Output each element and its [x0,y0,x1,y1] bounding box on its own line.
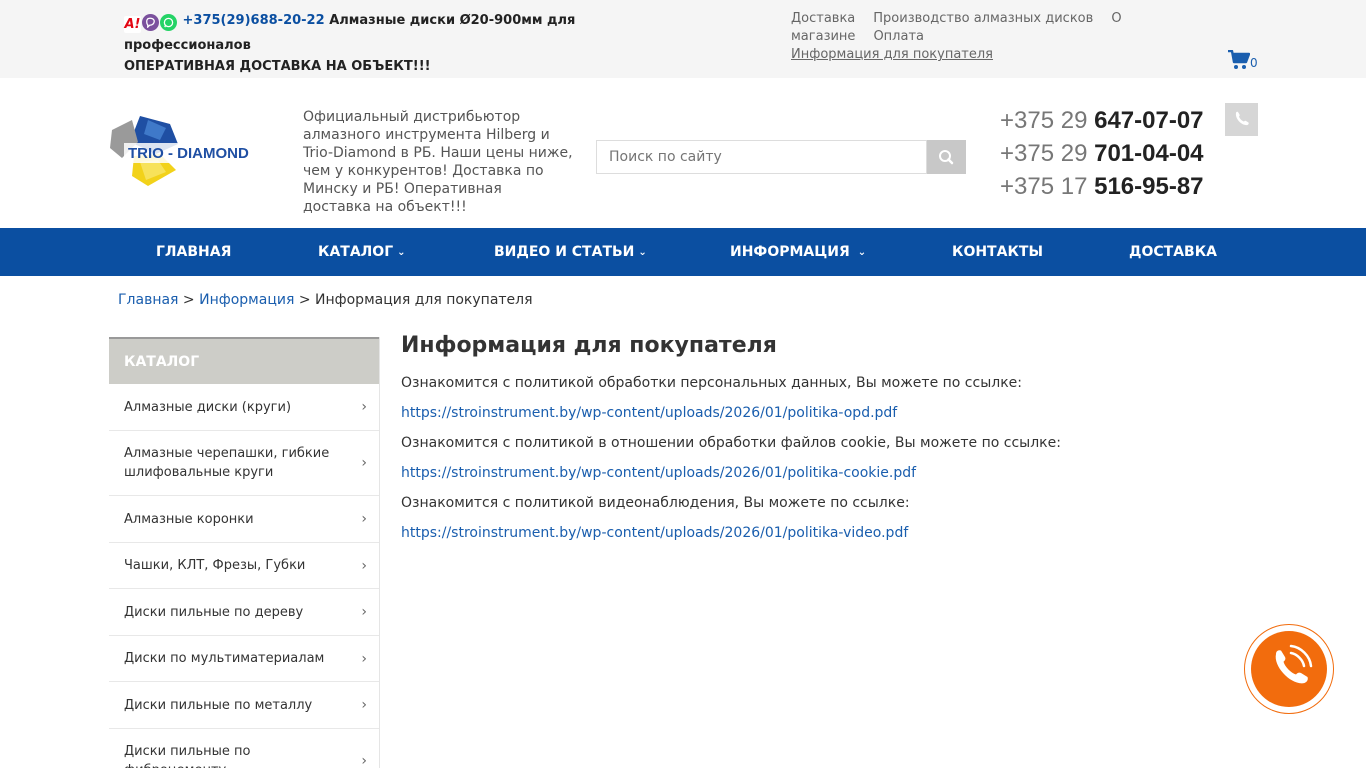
catalog-sidebar: КАТАЛОГ Алмазные диски (круги) › Алмазные… [109,337,380,768]
phone-dropdown-button[interactable] [1225,103,1258,136]
viber-icon[interactable] [142,14,159,31]
messenger-icons: A! [124,14,178,35]
page-title: Информация для покупателя [401,333,777,358]
breadcrumb-section[interactable]: Информация [199,292,294,308]
toplink-buyer-info[interactable]: Информация для покупателя [791,47,993,62]
sidebar-item[interactable]: Алмазные черепашки, гибкие шлифовальные … [109,431,379,496]
chevron-right-icon: › [361,753,367,768]
logo-text: TRIO - DIAMOND [128,145,249,162]
search-form [596,140,966,174]
whatsapp-icon[interactable] [160,14,177,31]
cart-icon [1228,49,1251,69]
a1-icon[interactable]: A! [124,16,141,33]
topbar-contact: A! +375(29)688-20-22 Алмазные диски Ø20-… [124,10,684,77]
search-icon [939,150,954,165]
search-input[interactable] [596,140,927,174]
breadcrumb-current: Информация для покупателя [315,292,533,308]
sidebar-item[interactable]: Диски по мультиматериалам › [109,636,379,682]
callback-button[interactable] [1251,631,1327,707]
policy-link[interactable]: https://stroinstrument.by/wp-content/upl… [401,398,1301,428]
main-nav: ГЛАВНАЯ КАТАЛОГ ⌄ ВИДЕО И СТАТЬИ ⌄ ИНФОРМА… [0,228,1366,276]
toplink-production[interactable]: Производство алмазных дисков [873,11,1093,26]
nav-videos-articles[interactable]: ВИДЕО И СТАТЬИ ⌄ [494,228,647,276]
header-phone[interactable]: +375 29 701-04-04 [1000,137,1220,170]
topbar-delivery-note: ОПЕРАТИВНАЯ ДОСТАВКА НА ОБЪЕКТ!!! [124,59,431,74]
header-phone[interactable]: +375 17 516-95-87 [1000,170,1220,203]
nav-information[interactable]: ИНФОРМАЦИЯ ⌄ [730,228,866,276]
policy-text: Ознакомится с политикой обработки персон… [401,375,1022,391]
chevron-right-icon: › [361,557,367,574]
sidebar-item[interactable]: Диски пильные по фиброцементу› [109,729,379,768]
cart-count: 0 [1250,56,1258,70]
nav-catalog[interactable]: КАТАЛОГ ⌄ [318,228,406,276]
chevron-down-icon: ⌄ [857,247,867,258]
top-links: Доставка Производство алмазных дисков О ма… [791,10,1241,64]
toplink-delivery[interactable]: Доставка [791,11,855,26]
chevron-down-icon: ⌄ [397,247,406,258]
phone-icon [1235,111,1249,126]
nav-home[interactable]: ГЛАВНАЯ [156,228,231,276]
sidebar-title: КАТАЛОГ [109,337,379,384]
policy-text: Ознакомится с политикой видеонаблюдения,… [401,495,910,511]
header-phone[interactable]: +375 29 647-07-07 [1000,104,1220,137]
search-button[interactable] [927,140,966,174]
header-phones: +375 29 647-07-07 +375 29 701-04-04 +375… [1000,104,1220,203]
nav-delivery[interactable]: ДОСТАВКА [1129,228,1217,276]
toplink-payment[interactable]: Оплата [873,29,924,44]
policy-link[interactable]: https://stroinstrument.by/wp-content/upl… [401,518,1301,548]
breadcrumb: Главная > Информация > Информация для по… [118,292,533,308]
chevron-right-icon: › [361,511,367,527]
sidebar-item[interactable]: Алмазные диски (круги) › [109,384,379,431]
chevron-down-icon: ⌄ [638,247,647,258]
sidebar-item[interactable]: Диски пильные по дереву › [109,589,379,636]
top-bar: A! +375(29)688-20-22 Алмазные диски Ø20-… [0,0,1366,78]
breadcrumb-home[interactable]: Главная [118,292,178,308]
main-content: Информация для покупателя Ознакомится с … [401,332,1301,548]
cart-button[interactable]: 0 [1228,49,1260,72]
chevron-right-icon: › [361,399,367,415]
sidebar-item[interactable]: Диски пильные по металлу › [109,682,379,729]
site-logo[interactable]: TRIO - DIAMOND [108,114,258,190]
nav-contacts[interactable]: КОНТАКТЫ [952,228,1043,276]
phone-icon [1275,644,1313,684]
topbar-phone-link[interactable]: +375(29)688-20-22 [183,13,325,28]
policy-link[interactable]: https://stroinstrument.by/wp-content/upl… [401,458,1301,488]
chevron-right-icon: › [361,455,367,471]
chevron-right-icon: › [361,697,367,713]
callback-widget[interactable] [1244,624,1334,714]
policy-text: Ознакомится с политикой в отношении обра… [401,435,1061,451]
sidebar-item[interactable]: Чашки, КЛТ, Фрезы, Губки › [109,543,379,589]
chevron-right-icon: › [361,650,367,667]
header-tagline: Официальный дистрибьютор алмазного инстр… [303,109,573,215]
sidebar-item[interactable]: Алмазные коронки › [109,496,379,543]
chevron-right-icon: › [361,604,367,620]
